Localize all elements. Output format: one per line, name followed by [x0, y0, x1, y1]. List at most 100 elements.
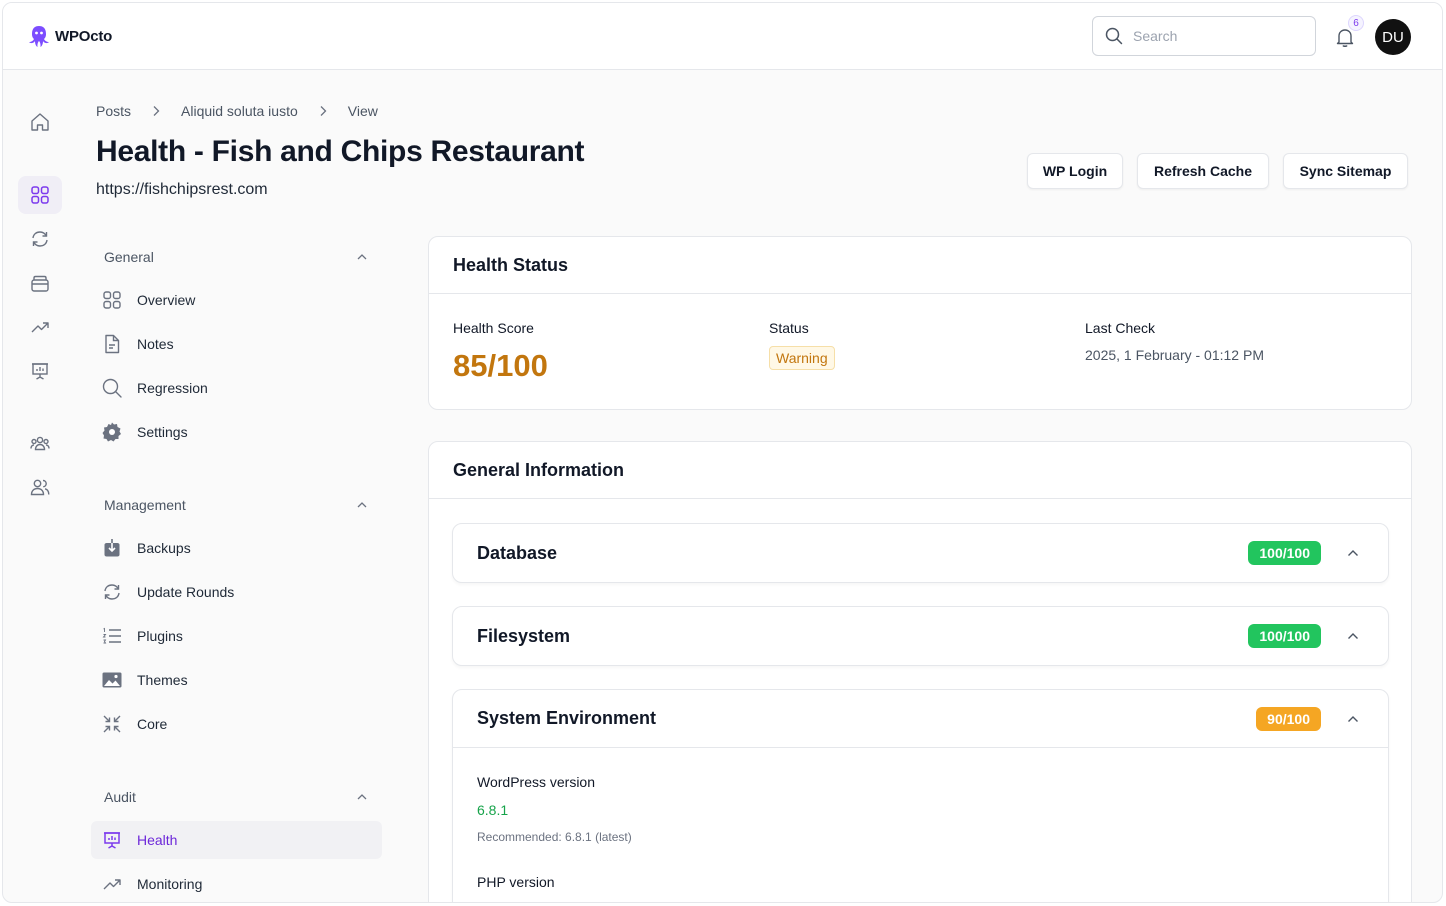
php-version-row: PHP version: [477, 874, 555, 890]
grid-icon: [31, 186, 49, 204]
gear-icon: [102, 422, 121, 442]
nav-label: Settings: [137, 424, 188, 440]
nav-label: Health: [137, 832, 178, 848]
rail-sites[interactable]: [18, 176, 62, 214]
avatar[interactable]: DU: [1375, 19, 1411, 55]
section-label: Audit: [104, 789, 136, 805]
arrows-pointing-in-icon: [103, 715, 121, 733]
section-management-header[interactable]: Management: [104, 495, 369, 515]
breadcrumb-view: View: [347, 103, 378, 119]
chevron-up-icon[interactable]: [1346, 629, 1360, 643]
section-general-header[interactable]: General: [104, 247, 369, 267]
section-label: General: [104, 249, 154, 265]
chevron-up-icon: [357, 502, 367, 508]
wordpress-version-row: WordPress version 6.8.1 Recommended: 6.8…: [477, 774, 632, 844]
rail-backups[interactable]: [18, 264, 62, 302]
search-icon: [102, 378, 122, 398]
site-url: https://fishchipsrest.com: [96, 181, 268, 198]
nav-update-rounds[interactable]: Update Rounds: [91, 573, 382, 611]
user-group-icon: [30, 436, 50, 451]
status-metric: Status Warning: [769, 320, 835, 370]
section-label: Management: [104, 497, 186, 513]
nav-label: Themes: [137, 672, 188, 688]
last-check-label: Last Check: [1085, 320, 1156, 336]
home-icon: [31, 113, 49, 131]
accordion-system-environment[interactable]: System Environment 90/100 WordPress vers…: [452, 689, 1389, 902]
refresh-icon: [32, 231, 48, 247]
section-audit-header[interactable]: Audit: [104, 787, 369, 807]
rail-home[interactable]: [18, 103, 62, 141]
accordion-title: Filesystem: [477, 625, 571, 646]
rail-updates[interactable]: [18, 220, 62, 258]
nav-label: Update Rounds: [137, 584, 235, 600]
breadcrumb: Posts Aliquid soluta iusto View: [96, 103, 378, 119]
page-title: Health - Fish and Chips Restaurant: [96, 135, 585, 168]
nav-label: Notes: [137, 336, 174, 352]
refresh-icon: [104, 584, 120, 600]
nav-label: Plugins: [137, 628, 183, 644]
refresh-cache-button[interactable]: Refresh Cache: [1137, 153, 1269, 189]
last-check-metric: Last Check 2025, 1 February - 01:12 PM: [1085, 320, 1264, 363]
health-score-label: Health Score: [453, 320, 534, 336]
nav-notes[interactable]: Notes: [91, 325, 382, 363]
app-window: WPOcto 6 DU Posts Aliquid soluta iusto: [2, 2, 1443, 903]
accordion-database[interactable]: Database 100/100: [452, 523, 1389, 583]
grid-icon: [103, 291, 121, 309]
wordpress-version-label: WordPress version: [477, 774, 596, 790]
wp-login-button[interactable]: WP Login: [1027, 153, 1123, 189]
nav-health[interactable]: Health: [91, 821, 382, 859]
health-score-metric: Health Score 85/100: [453, 320, 548, 384]
card-title: Health Status: [429, 237, 1411, 294]
nav-settings[interactable]: Settings: [91, 413, 382, 451]
nav-plugins[interactable]: Plugins: [91, 617, 382, 655]
chevron-up-icon: [357, 794, 367, 800]
chevron-up-icon[interactable]: [1346, 546, 1360, 560]
image-icon: [102, 672, 122, 688]
top-bar: WPOcto 6 DU: [3, 3, 1442, 70]
nav-themes[interactable]: Themes: [91, 661, 382, 699]
accordion-title: Database: [477, 542, 558, 563]
chevron-up-icon[interactable]: [1346, 712, 1360, 726]
octopus-icon: [29, 26, 49, 47]
chevron-right-icon: [153, 106, 160, 116]
logo[interactable]: WPOcto: [25, 22, 112, 50]
chevron-right-icon: [320, 106, 327, 116]
notification-count-badge: 6: [1348, 15, 1364, 31]
search-input[interactable]: [1133, 28, 1293, 44]
score-badge: 100/100: [1248, 624, 1321, 648]
presentation-chart-icon: [104, 832, 120, 849]
rail-reports[interactable]: [18, 352, 62, 390]
nav-label: Overview: [137, 292, 196, 308]
search-icon: [1105, 27, 1123, 45]
wordpress-version-value: 6.8.1: [477, 802, 509, 818]
nav-monitoring[interactable]: Monitoring: [91, 865, 382, 902]
numbered-list-icon: [102, 627, 121, 644]
nav-label: Regression: [137, 380, 208, 396]
health-score-value: 85/100: [453, 348, 548, 383]
users-icon: [30, 479, 50, 496]
nav-label: Backups: [137, 540, 191, 556]
score-badge: 90/100: [1256, 707, 1321, 731]
rail-users[interactable]: [18, 468, 62, 506]
document-icon: [105, 334, 120, 354]
php-version-label: PHP version: [477, 874, 555, 890]
archive-icon: [31, 275, 49, 292]
search-box[interactable]: [1092, 16, 1316, 56]
nav-backups[interactable]: Backups: [91, 529, 382, 567]
nav-label: Monitoring: [137, 876, 203, 892]
nav-overview[interactable]: Overview: [91, 281, 382, 319]
health-status-card: Health Status Health Score 85/100 Status…: [428, 236, 1412, 410]
general-information-card: General Information Database 100/100 Fil…: [428, 441, 1412, 902]
sync-sitemap-button[interactable]: Sync Sitemap: [1283, 153, 1408, 189]
presentation-chart-icon: [32, 363, 48, 380]
nav-core[interactable]: Core: [91, 705, 382, 743]
wordpress-version-note: Recommended: 6.8.1 (latest): [477, 830, 632, 844]
nav-regression[interactable]: Regression: [91, 369, 382, 407]
accordion-filesystem[interactable]: Filesystem 100/100: [452, 606, 1389, 666]
breadcrumb-post[interactable]: Aliquid soluta iusto: [181, 103, 298, 119]
nav-label: Core: [137, 716, 168, 732]
accordion-title: System Environment: [477, 708, 657, 728]
rail-clients[interactable]: [18, 424, 62, 462]
breadcrumb-posts[interactable]: Posts: [96, 103, 131, 119]
rail-monitoring[interactable]: [18, 308, 62, 346]
